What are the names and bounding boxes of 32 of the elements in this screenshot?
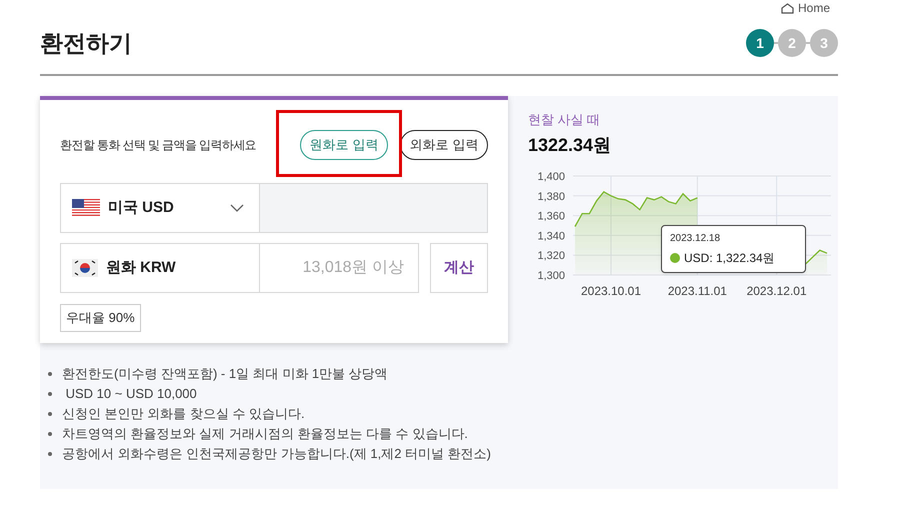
y-axis-label: 1,380 [537, 190, 565, 202]
y-axis-label: 1,320 [537, 250, 565, 262]
page-title: 환전하기 [40, 28, 132, 58]
x-axis-label: 2023.11.01 [668, 284, 727, 298]
kr-flag-icon [72, 259, 98, 277]
preferential-rate-badge: 우대율 90% [60, 304, 141, 332]
notice-text: 환전한도(미수령 잔액포함) - 1일 최대 미화 1만불 상당액 [62, 365, 388, 384]
instruction-text: 환전할 통화 선택 및 금액을 입력하세요 [60, 137, 258, 154]
notice-text: 신청인 본인만 외화를 찾으실 수 있습니다. [62, 405, 305, 424]
input-mode-button[interactable]: 원화로 입력 [300, 130, 388, 160]
step-indicator: 1 [746, 29, 774, 57]
x-axis-label: 2023.12.01 [746, 284, 807, 298]
calculate-button[interactable]: 계산 [430, 243, 488, 293]
home-icon [780, 2, 794, 14]
step-indicator: 3 [810, 29, 838, 57]
currency-name: 원화 KRW [106, 258, 176, 278]
notice-text: 공항에서 외화수령은 인천국제공항만 가능합니다.(제 1,제2 터미널 환전소) [62, 445, 492, 464]
y-axis-label: 1,300 [537, 270, 565, 282]
rate-value: 1322.34원 [527, 134, 612, 156]
input-mode-button[interactable]: 외화로 입력 [400, 130, 488, 160]
tooltip-value: USD: 1,322.34원 [684, 250, 775, 267]
krw-amount-field[interactable]: 13,018원 이상 [260, 243, 419, 293]
y-axis-label: 1,360 [537, 210, 565, 222]
home-link[interactable]: Home [798, 2, 830, 14]
tooltip-date: 2023.12.18 [670, 234, 722, 244]
y-axis-label: 1,400 [537, 170, 565, 182]
y-axis-label: 1,340 [537, 230, 565, 242]
rate-label: 현찰 사실 때 [527, 111, 602, 129]
notice-text: 차트영역의 환율정보와 실제 거래시점의 환율정보는 다를 수 있습니다. [62, 425, 468, 444]
x-axis-label: 2023.10.01 [580, 284, 642, 298]
step-indicator: 2 [778, 29, 806, 57]
notice-text: USD 10 ~ USD 10,000 [64, 385, 197, 404]
